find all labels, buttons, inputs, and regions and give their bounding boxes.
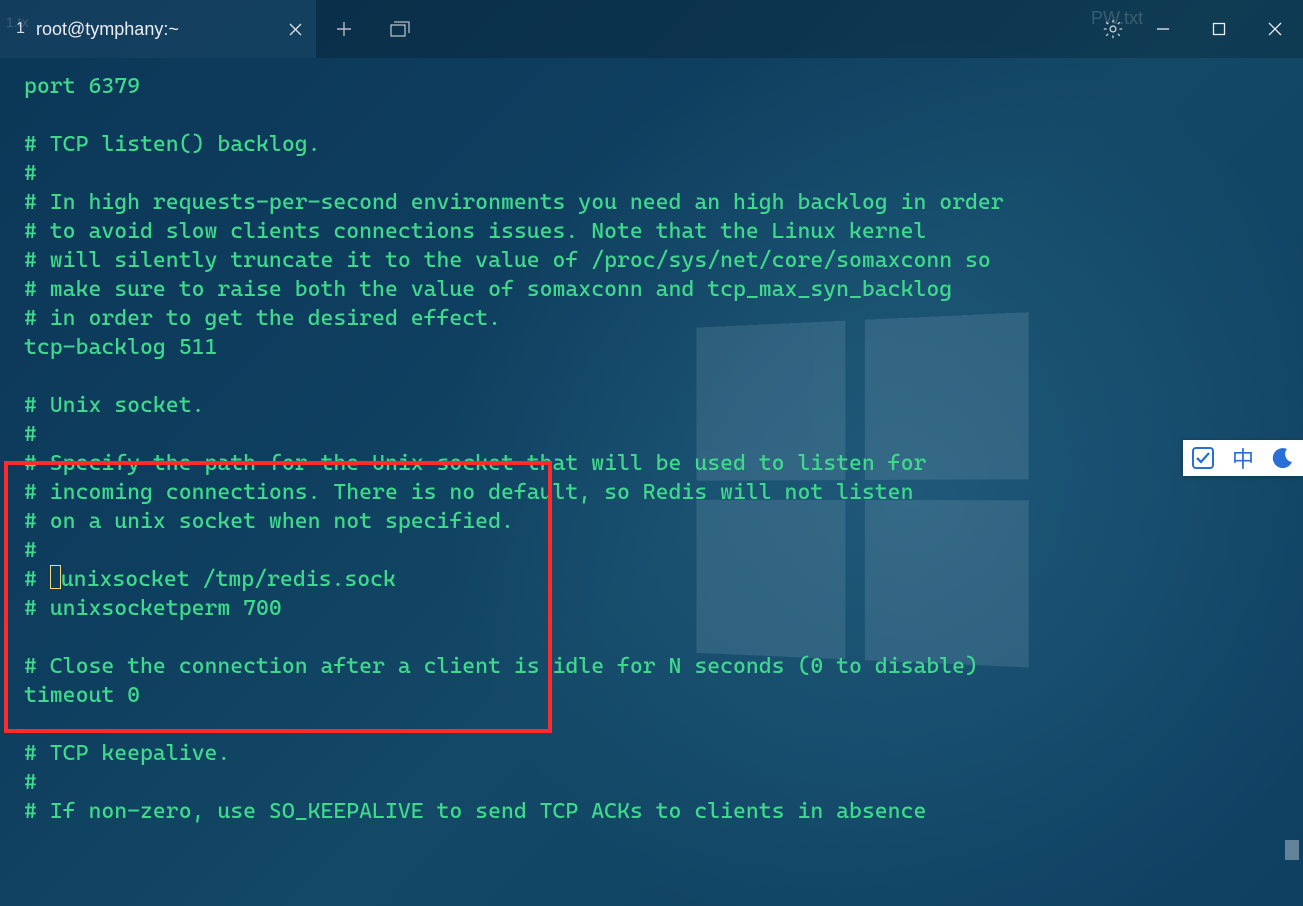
terminal-line: # [24, 536, 1263, 565]
terminal-line: # [24, 768, 1263, 797]
terminal-line: # [24, 159, 1263, 188]
ime-lang-indicator[interactable]: 中 [1232, 442, 1254, 474]
terminal-line [24, 623, 1263, 652]
terminal-line: # in order to get the desired effect. [24, 304, 1263, 333]
close-icon [289, 23, 302, 36]
minimize-button[interactable] [1135, 0, 1191, 58]
titlebar: 1.tx 1 root@tymphany:~ PW.txt [0, 0, 1303, 58]
cursor [50, 565, 61, 589]
terminal-line: # Close the connection after a client is… [24, 652, 1263, 681]
terminal-line: port 6379 [24, 72, 1263, 101]
tab-dropdown-button[interactable] [372, 0, 428, 58]
tab-bg-hint: 1.tx [6, 14, 29, 30]
terminal-line: # unixsocketperm 700 [24, 594, 1263, 623]
maximize-button[interactable] [1191, 0, 1247, 58]
terminal-line: # on a unix socket when not specified. [24, 507, 1263, 536]
terminal-line: timeout 0 [24, 681, 1263, 710]
new-tab-button[interactable] [316, 0, 372, 58]
terminal-line: # [24, 420, 1263, 449]
terminal-line-cursor: # unixsocket /tmp/redis.sock [24, 565, 1263, 594]
terminal-line: # TCP keepalive. [24, 739, 1263, 768]
terminal-line: # TCP listen() backlog. [24, 130, 1263, 159]
settings-button[interactable] [1091, 0, 1135, 58]
terminal-line [24, 362, 1263, 391]
terminal-content[interactable]: port 6379 # TCP listen() backlog.## In h… [24, 72, 1263, 886]
terminal-line [24, 710, 1263, 739]
tab-active[interactable]: 1.tx 1 root@tymphany:~ [0, 0, 316, 58]
terminal-line: # If non-zero, use SO_KEEPALIVE to send … [24, 797, 1263, 826]
titlebar-rest: PW.txt [316, 0, 1303, 58]
terminal-line: # In high requests-per-second environmen… [24, 188, 1263, 217]
scrollbar-thumb[interactable] [1285, 840, 1299, 860]
terminal-line: # incoming connections. There is no defa… [24, 478, 1263, 507]
terminal-line: # Specify the path for the Unix socket t… [24, 449, 1263, 478]
terminal-line [24, 101, 1263, 130]
ime-check-icon[interactable] [1191, 446, 1215, 470]
tab-close-button[interactable] [274, 0, 316, 58]
maximize-icon [1212, 22, 1226, 36]
terminal-line: # Unix socket. [24, 391, 1263, 420]
minimize-icon [1156, 22, 1170, 36]
tab-title: root@tymphany:~ [36, 19, 179, 40]
plus-icon [336, 21, 352, 37]
close-icon [1268, 22, 1282, 36]
close-window-button[interactable] [1247, 0, 1303, 58]
window-stack-icon [390, 21, 410, 37]
terminal-line: # to avoid slow clients connections issu… [24, 217, 1263, 246]
scrollbar[interactable] [1283, 58, 1301, 906]
moon-icon[interactable] [1271, 446, 1295, 470]
gear-icon [1102, 18, 1124, 40]
terminal-line: # will silently truncate it to the value… [24, 246, 1263, 275]
terminal-line: tcp-backlog 511 [24, 333, 1263, 362]
ime-toolbar[interactable]: 中 [1183, 440, 1303, 476]
terminal-line: # make sure to raise both the value of s… [24, 275, 1263, 304]
